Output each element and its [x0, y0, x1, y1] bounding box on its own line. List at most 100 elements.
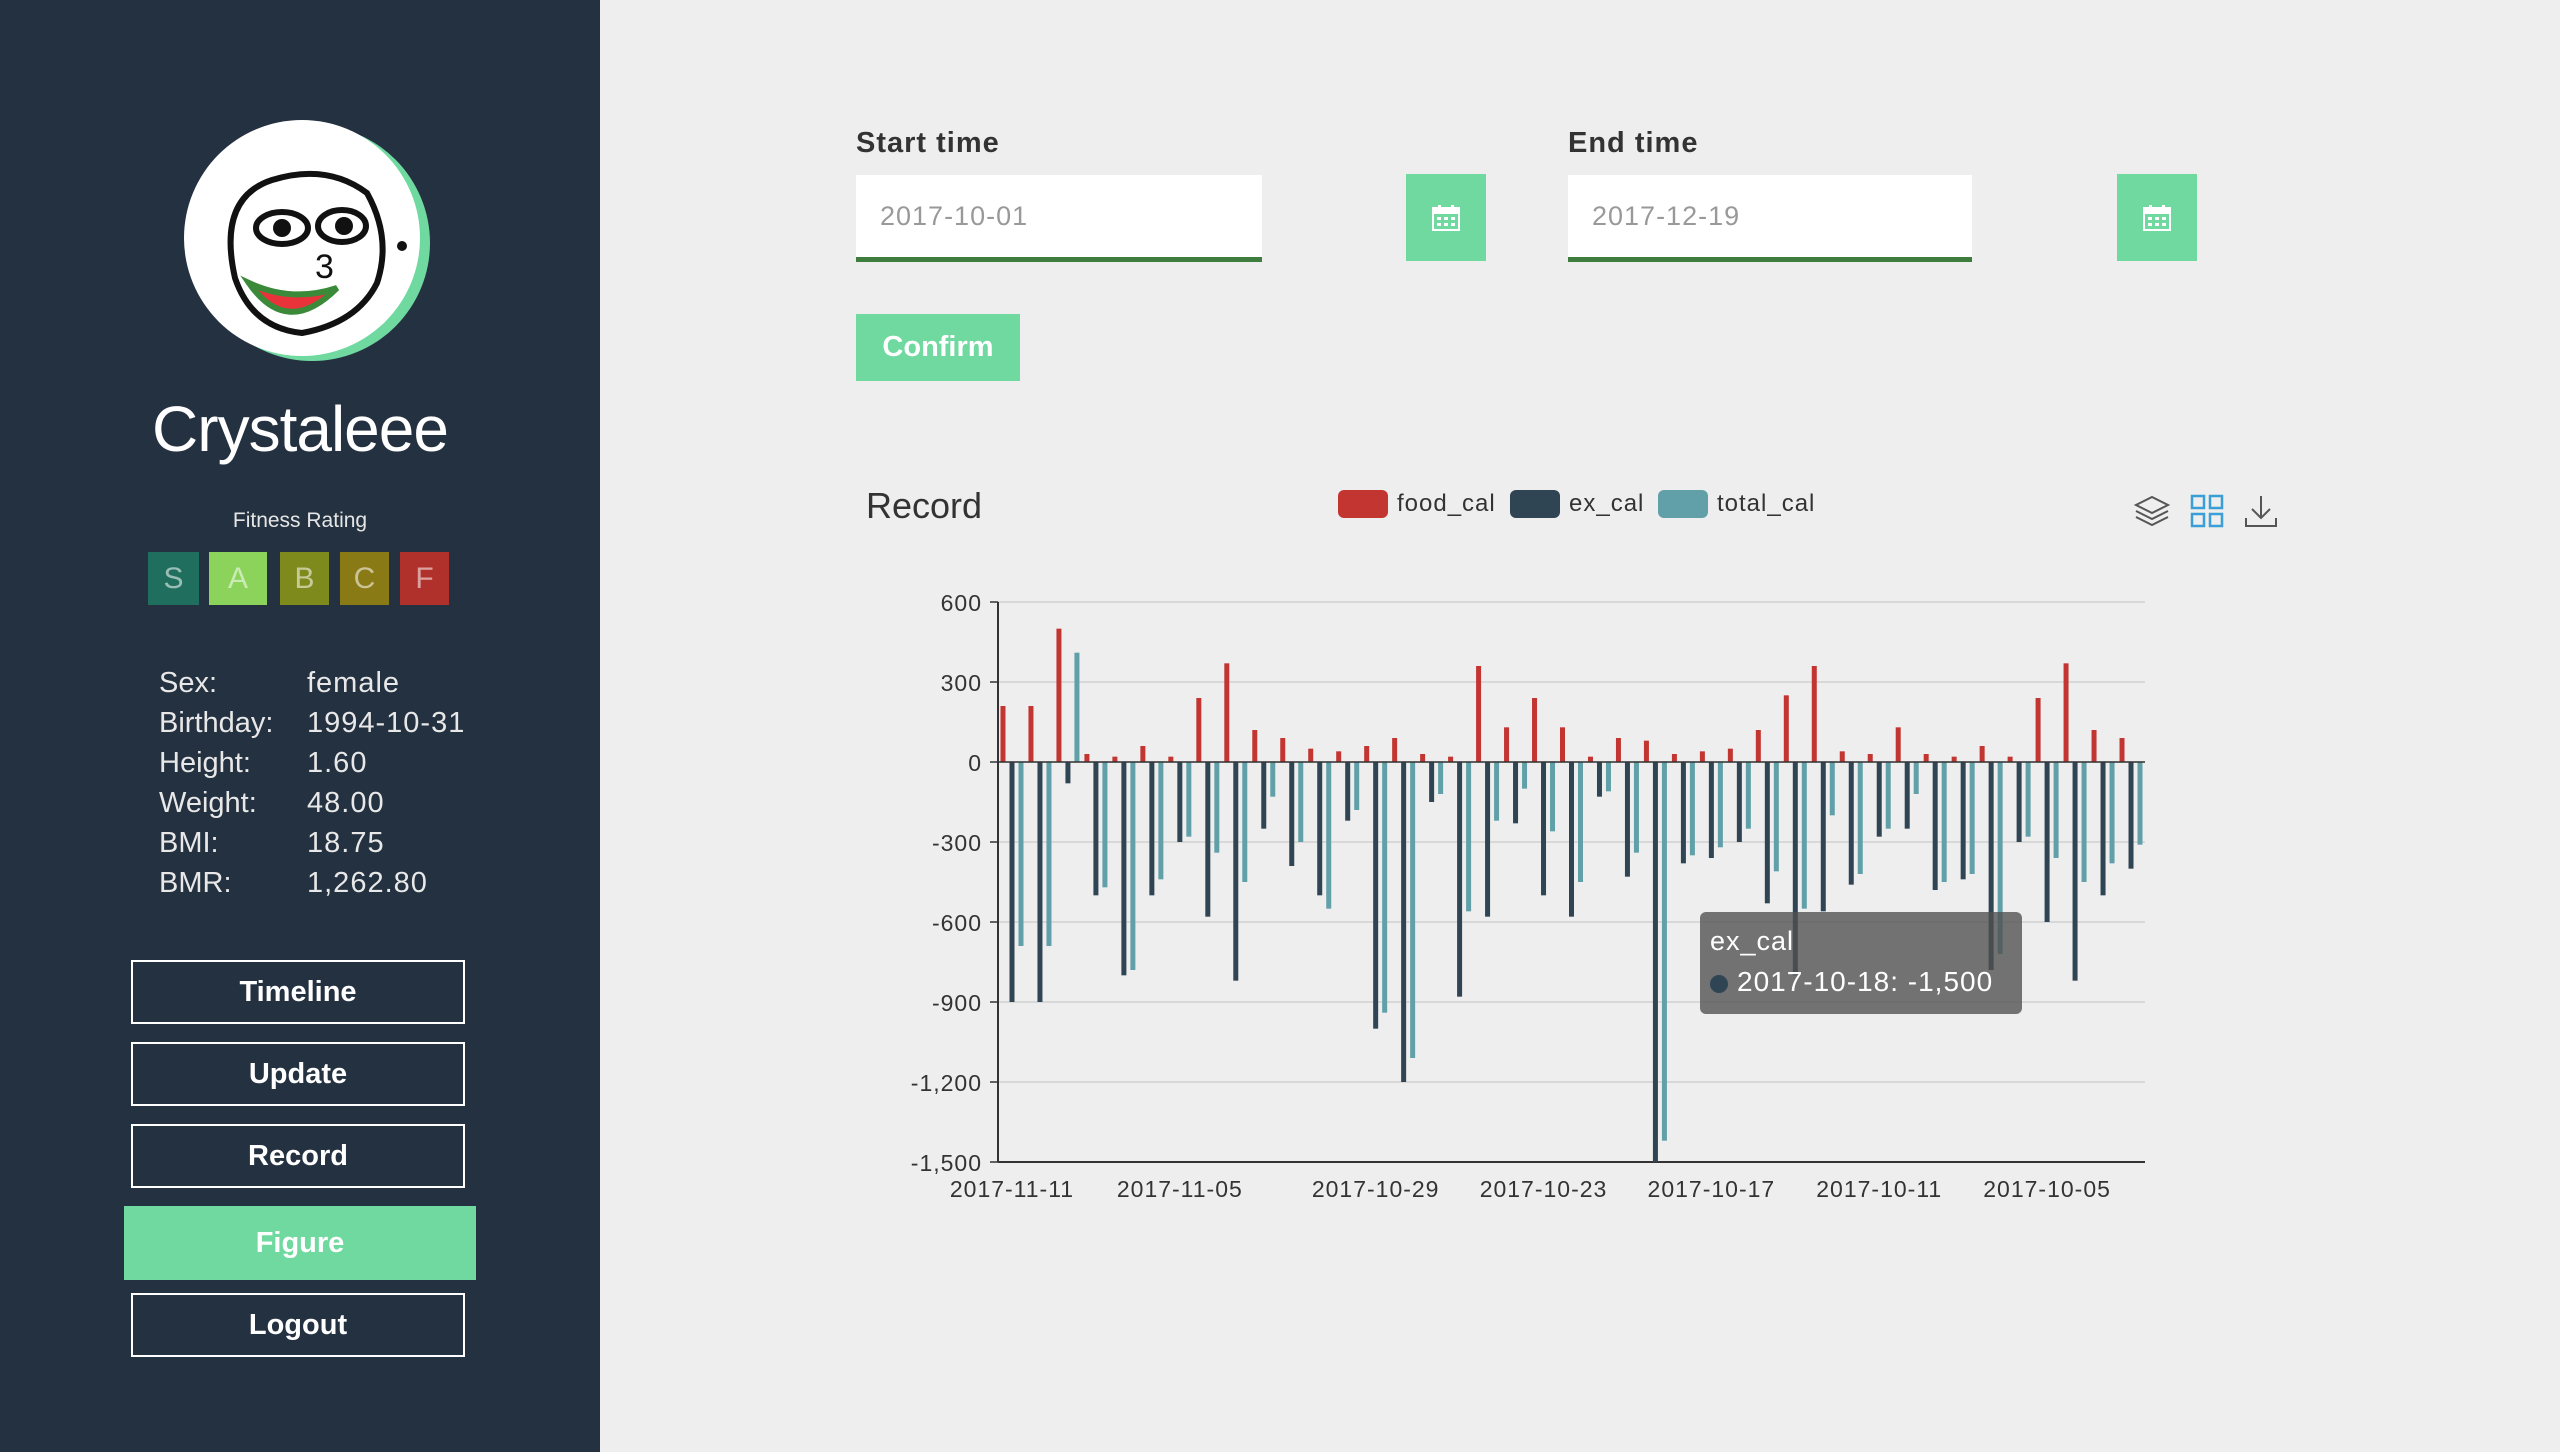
- bar-ex_cal: [1624, 762, 1630, 877]
- nav-figure-button[interactable]: Figure: [124, 1206, 476, 1280]
- bar-total_cal: [1661, 762, 1667, 1141]
- bar-food_cal: [1867, 754, 1873, 762]
- bar-food_cal: [1895, 727, 1901, 762]
- bar-total_cal: [1046, 762, 1052, 946]
- username: Crystaleee: [152, 393, 449, 465]
- bar-ex_cal: [1848, 762, 1854, 885]
- chart-tooltip: ex_cal 2017-10-18: -1,500: [1700, 912, 2022, 1014]
- nav-record-button[interactable]: Record: [131, 1124, 465, 1188]
- rating-c: C: [340, 552, 389, 605]
- legend-label: total_cal: [1717, 490, 1816, 517]
- bar-food_cal: [1727, 748, 1733, 762]
- bar-total_cal: [2109, 762, 2115, 864]
- bar-ex_cal: [1904, 762, 1910, 829]
- fitness-rating-label: Fitness Rating: [232, 509, 368, 532]
- bar-food_cal: [1979, 746, 1985, 762]
- bar-ex_cal: [1457, 762, 1463, 997]
- bar-total_cal: [1857, 762, 1863, 874]
- x-tick-label: 2017-10-11: [1816, 1176, 1942, 1202]
- legend-food-cal[interactable]: food_cal: [1338, 489, 1496, 519]
- bar-food_cal: [1476, 666, 1482, 762]
- x-tick-label: 2017-11-11: [950, 1176, 1074, 1202]
- bar-food_cal: [1560, 727, 1565, 762]
- download-icon[interactable]: [2242, 492, 2280, 530]
- bar-ex_cal: [1485, 762, 1491, 917]
- bar-total_cal: [1494, 762, 1500, 821]
- bar-food_cal: [1168, 756, 1174, 762]
- tooltip-dot: [1710, 975, 1728, 993]
- bar-ex_cal: [1680, 762, 1686, 864]
- bar-total_cal: [1158, 762, 1164, 880]
- bar-ex_cal: [1736, 762, 1742, 842]
- bar-food_cal: [1420, 754, 1426, 762]
- bar-ex_cal: [1541, 762, 1547, 896]
- bar-ex_cal: [2016, 762, 2022, 842]
- bar-total_cal: [1298, 762, 1304, 842]
- bar-food_cal: [1839, 751, 1845, 762]
- bar-ex_cal: [1764, 762, 1770, 904]
- bar-food_cal: [1000, 706, 1006, 762]
- y-tick-label: 300: [941, 670, 982, 696]
- info-label: Height:: [159, 747, 251, 779]
- bar-food_cal: [1112, 756, 1118, 762]
- start-time-input[interactable]: [856, 175, 1262, 262]
- bar-food_cal: [1951, 756, 1957, 762]
- info-label: Birthday:: [159, 707, 274, 739]
- bar-ex_cal: [2044, 762, 2050, 922]
- end-time-input[interactable]: [1568, 175, 1972, 262]
- bar-food_cal: [2091, 730, 2097, 762]
- bar-total_cal: [1438, 762, 1444, 794]
- bar-ex_cal: [1932, 762, 1938, 890]
- bar-ex_cal: [1345, 762, 1351, 821]
- layers-icon[interactable]: [2133, 492, 2171, 530]
- nav-update-button[interactable]: Update: [131, 1042, 465, 1106]
- bar-ex_cal: [1596, 762, 1602, 797]
- legend-total-cal[interactable]: total_cal: [1658, 489, 1815, 519]
- nav-logout-button[interactable]: Logout: [131, 1293, 465, 1357]
- bar-ex_cal: [1205, 762, 1211, 917]
- bar-food_cal: [1224, 663, 1230, 762]
- info-label: BMR:: [159, 867, 232, 899]
- start-calendar-button[interactable]: [1406, 174, 1486, 261]
- bar-food_cal: [1084, 754, 1090, 762]
- x-tick-label: 2017-11-05: [1117, 1176, 1243, 1202]
- bar-ex_cal: [2100, 762, 2106, 896]
- bar-total_cal: [1186, 762, 1192, 837]
- y-tick-label: 600: [941, 590, 982, 616]
- end-time-label: End time: [1568, 127, 1699, 159]
- legend-swatch: [1338, 490, 1388, 518]
- start-time-label: Start time: [856, 127, 1000, 159]
- x-tick-label: 2017-10-29: [1312, 1176, 1440, 1202]
- bar-food_cal: [1783, 695, 1789, 762]
- bar-food_cal: [1196, 698, 1202, 762]
- bar-total_cal: [1773, 762, 1779, 872]
- bar-ex_cal: [1317, 762, 1323, 896]
- tooltip-series: ex_cal: [1710, 926, 1795, 956]
- legend-swatch: [1658, 490, 1708, 518]
- grid-icon[interactable]: [2188, 492, 2226, 530]
- bar-food_cal: [1643, 740, 1649, 762]
- bar-total_cal: [1522, 762, 1528, 789]
- bar-food_cal: [1811, 666, 1817, 762]
- info-label: Weight:: [159, 787, 257, 819]
- legend-ex-cal[interactable]: ex_cal: [1510, 489, 1644, 519]
- rating-f: F: [400, 552, 449, 605]
- confirm-button[interactable]: Confirm: [856, 314, 1020, 381]
- bar-ex_cal: [1373, 762, 1379, 1029]
- bar-food_cal: [2063, 663, 2069, 762]
- calendar-icon: [2143, 204, 2171, 231]
- nav-timeline-button[interactable]: Timeline: [131, 960, 465, 1024]
- bar-ex_cal: [1233, 762, 1239, 981]
- bar-total_cal: [1242, 762, 1248, 882]
- bar-food_cal: [1028, 706, 1034, 762]
- end-calendar-button[interactable]: [2117, 174, 2197, 261]
- bar-total_cal: [1829, 762, 1835, 816]
- x-tick-label: 2017-10-17: [1648, 1176, 1776, 1202]
- bar-food_cal: [1532, 698, 1538, 762]
- bar-total_cal: [1605, 762, 1611, 792]
- bar-total_cal: [1382, 762, 1388, 1013]
- info-value: 48.00: [307, 787, 385, 819]
- bar-total_cal: [1326, 762, 1332, 909]
- rating-s: S: [148, 552, 199, 605]
- bar-food_cal: [1615, 738, 1621, 762]
